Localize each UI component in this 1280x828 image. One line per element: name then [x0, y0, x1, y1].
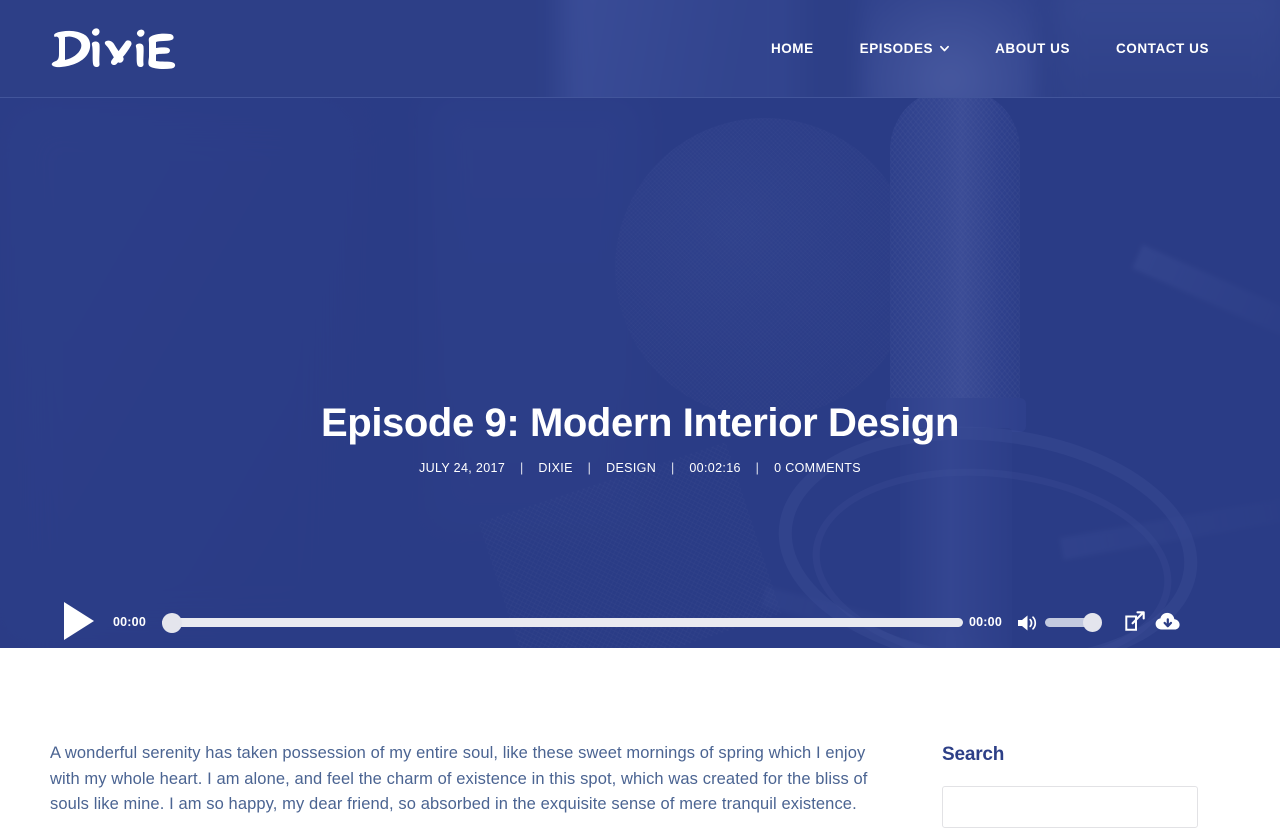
main-navigation[interactable]: HOME EPISODES ABOUT US CONTACT US	[748, 0, 1232, 98]
site-header: HOME EPISODES ABOUT US CONTACT US	[0, 0, 1280, 98]
hero-section: Episode 9: Modern Interior Design JULY 2…	[0, 98, 1280, 648]
search-widget-title: Search	[942, 744, 1005, 765]
meta-author[interactable]: DIXIE	[538, 461, 572, 475]
progress-bar-track[interactable]	[162, 618, 963, 627]
play-icon	[62, 601, 96, 641]
audio-player[interactable]: 00:00 00:00	[0, 593, 1280, 648]
meta-category[interactable]: DESIGN	[606, 461, 656, 475]
meta-comments[interactable]: 0 COMMENTS	[774, 461, 861, 475]
share-external-icon[interactable]	[1125, 611, 1145, 631]
nav-label-contact-us: CONTACT US	[1116, 41, 1209, 56]
volume-icon[interactable]	[1016, 612, 1038, 634]
nav-item-about-us[interactable]: ABOUT US	[972, 0, 1093, 98]
nav-label-about-us: ABOUT US	[995, 41, 1070, 56]
article-paragraph: A wonderful serenity has taken possessio…	[50, 744, 868, 814]
current-time: 00:00	[113, 615, 146, 629]
meta-date: JULY 24, 2017	[419, 461, 506, 475]
nav-item-home[interactable]: HOME	[748, 0, 837, 98]
search-input[interactable]	[942, 786, 1198, 828]
episode-meta: JULY 24, 2017 | DIXIE | DESIGN | 00:02:1…	[0, 461, 1280, 475]
search-widget: Search	[942, 744, 1198, 828]
meta-separator: |	[519, 461, 524, 475]
main-content: A wonderful serenity has taken possessio…	[0, 648, 1280, 828]
nav-label-home: HOME	[770, 41, 814, 56]
dixie-wordmark-icon	[51, 28, 176, 69]
nav-item-contact-us[interactable]: CONTACT US	[1093, 0, 1232, 98]
article-body: A wonderful serenity has taken possessio…	[50, 741, 880, 818]
meta-separator: |	[670, 461, 675, 475]
cloud-download-icon[interactable]	[1155, 611, 1181, 633]
sidebar: Search	[942, 744, 1198, 828]
chevron-down-icon	[940, 44, 950, 53]
meta-separator: |	[755, 461, 760, 475]
total-time: 00:00	[969, 615, 1002, 629]
volume-slider-handle[interactable]	[1083, 612, 1102, 632]
progress-bar-handle[interactable]	[162, 612, 182, 633]
page-title: Episode 9: Modern Interior Design	[321, 401, 959, 445]
nav-item-episodes[interactable]: EPISODES	[837, 0, 972, 98]
meta-duration: 00:02:16	[689, 461, 741, 475]
site-logo[interactable]	[50, 22, 180, 76]
meta-separator: |	[587, 461, 592, 475]
play-button[interactable]	[62, 601, 96, 641]
nav-label-episodes: EPISODES	[859, 41, 934, 56]
